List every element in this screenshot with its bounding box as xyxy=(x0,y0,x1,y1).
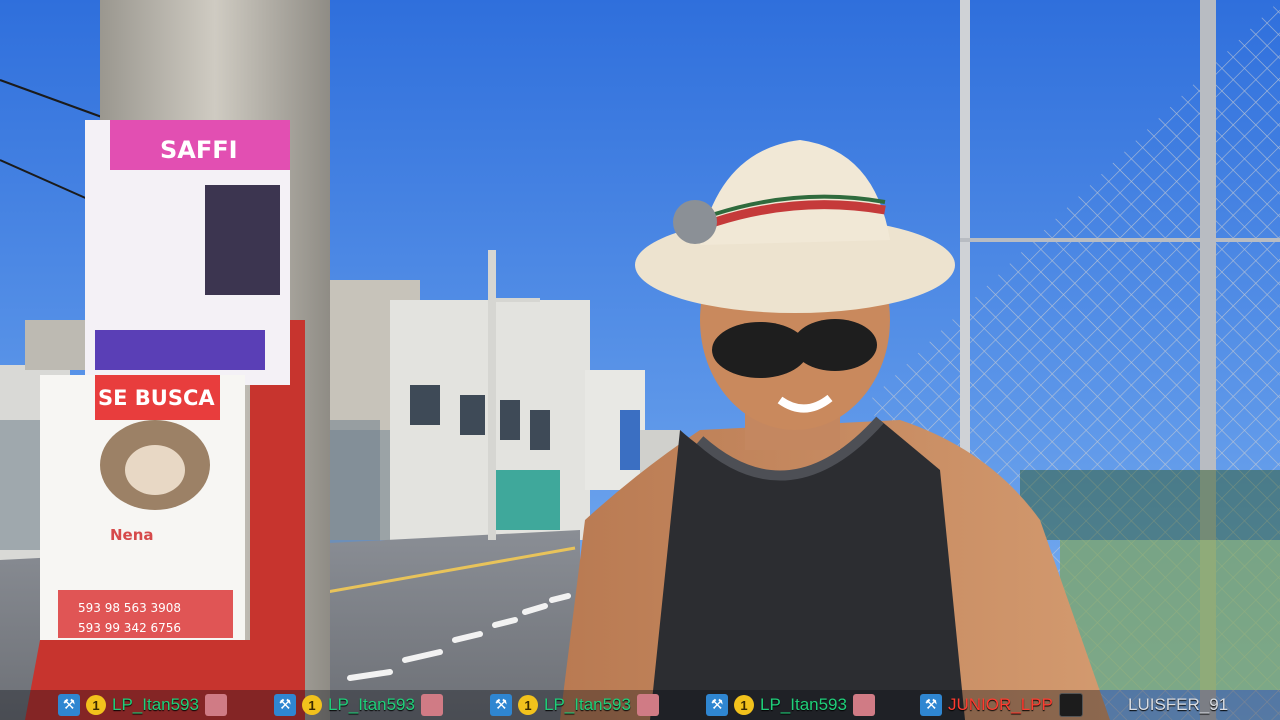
poster-missing-person: SAFFI xyxy=(85,120,290,385)
poster-pet-name: Nena xyxy=(110,526,154,544)
ticker-username[interactable]: JUNIOR_LPP xyxy=(948,695,1053,715)
hammer-icon: ⚒ xyxy=(58,694,80,716)
poster-phone-1: 593 98 563 3908 xyxy=(78,601,181,615)
ticker-item: ⚒ JUNIOR_LPP xyxy=(920,692,1083,718)
avatar xyxy=(1058,693,1083,717)
street-lamp xyxy=(488,250,496,540)
ticker-item: ⚒ 1 LP_Itan593 xyxy=(706,692,875,718)
coin-icon: 1 xyxy=(734,695,754,715)
avatar xyxy=(420,694,443,716)
ticker-item: ⚒ 1 LP_Itan593 xyxy=(58,692,227,718)
ticker-item: LUISFER_91 xyxy=(1128,692,1228,718)
ticker-username[interactable]: LP_Itan593 xyxy=(112,695,199,715)
hammer-icon: ⚒ xyxy=(920,694,942,716)
avatar xyxy=(204,694,227,716)
poster-lost-dog: SE BUSCA Nena 593 98 563 3908 593 99 342… xyxy=(40,375,245,640)
ticker-username[interactable]: LUISFER_91 xyxy=(1128,695,1228,715)
coin-icon: 1 xyxy=(518,695,538,715)
coin-icon: 1 xyxy=(86,695,106,715)
stream-video-frame: SAFFI SE BUSCA Nena 593 98 563 3908 593 … xyxy=(0,0,1280,720)
coin-icon: 1 xyxy=(302,695,322,715)
ticker-username[interactable]: LP_Itan593 xyxy=(328,695,415,715)
poster-banner: SE BUSCA xyxy=(98,386,215,410)
hammer-icon: ⚒ xyxy=(274,694,296,716)
hammer-icon: ⚒ xyxy=(706,694,728,716)
avatar xyxy=(636,694,659,716)
avatar xyxy=(852,694,875,716)
ticker-username[interactable]: LP_Itan593 xyxy=(760,695,847,715)
poster-title: SAFFI xyxy=(160,136,238,164)
hammer-icon: ⚒ xyxy=(490,694,512,716)
ticker-item: ⚒ 1 LP_Itan593 xyxy=(490,692,659,718)
ticker-username[interactable]: LP_Itan593 xyxy=(544,695,631,715)
donation-ticker: ⚒ 1 LP_Itan593 ⚒ 1 LP_Itan593 ⚒ 1 LP_Ita… xyxy=(0,690,1280,720)
ticker-item: ⚒ 1 LP_Itan593 xyxy=(274,692,443,718)
poster-phone-2: 593 99 342 6756 xyxy=(78,621,181,635)
